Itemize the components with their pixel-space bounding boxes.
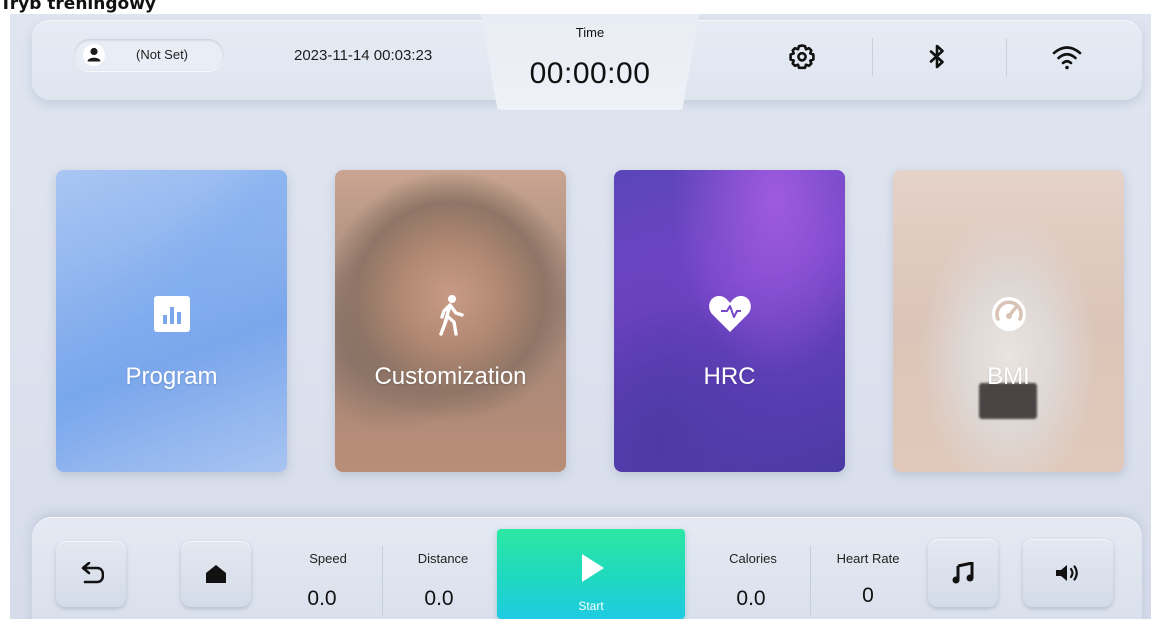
- start-button[interactable]: Start: [497, 529, 685, 619]
- home-icon: [206, 565, 226, 583]
- walking-person-icon: [335, 294, 566, 336]
- time-label: Time: [575, 25, 605, 40]
- calories-value: 0.0: [736, 587, 766, 610]
- heart-rate-label: Heart Rate: [836, 551, 900, 566]
- timer-panel: Time 00:00:00: [480, 14, 700, 110]
- treadmill-screen: (Not Set) 2023-11-14 00:03:23 Time 00:00…: [10, 14, 1151, 619]
- mode-card-program[interactable]: Program: [56, 170, 287, 472]
- distance-value: 0.0: [424, 587, 454, 610]
- top-divider: [1006, 38, 1007, 76]
- mode-card-customization[interactable]: Customization: [335, 170, 566, 472]
- mode-label: Customization: [374, 363, 527, 390]
- home-button[interactable]: [181, 541, 251, 607]
- mode-label: HRC: [703, 363, 756, 390]
- mode-card-bmi[interactable]: BMI: [893, 170, 1124, 472]
- back-arrow-icon: [81, 562, 104, 584]
- gauge-icon: [893, 294, 1124, 334]
- bar-chart-icon: [56, 294, 287, 334]
- start-label: Start: [578, 599, 604, 613]
- stat-divider: [810, 546, 811, 616]
- user-profile-button[interactable]: (Not Set): [74, 39, 224, 71]
- speed-value: 0.0: [307, 587, 337, 610]
- wifi-icon[interactable]: [1051, 42, 1082, 72]
- heart-icon: [614, 294, 845, 334]
- back-button[interactable]: [56, 541, 126, 607]
- user-avatar-icon: [83, 44, 105, 66]
- heart-rate-value: 0: [862, 584, 874, 607]
- mode-label: BMI: [987, 363, 1030, 390]
- volume-icon: [1056, 565, 1078, 581]
- stat-divider: [382, 546, 383, 616]
- mode-label: Program: [125, 363, 218, 390]
- calories-label: Calories: [729, 551, 777, 566]
- current-datetime: 2023-11-14 00:03:23: [294, 47, 433, 64]
- music-icon: [952, 562, 974, 584]
- distance-label: Distance: [417, 551, 469, 566]
- bluetooth-icon[interactable]: [922, 42, 952, 72]
- user-name: (Not Set): [136, 47, 189, 62]
- speed-label: Speed: [309, 551, 347, 566]
- volume-button[interactable]: [1023, 539, 1113, 607]
- document-heading: Tryb treningowy: [0, 0, 156, 14]
- music-button[interactable]: [928, 539, 998, 607]
- play-icon: [582, 554, 604, 582]
- settings-icon[interactable]: [787, 42, 817, 72]
- mode-card-hrc[interactable]: HRC: [614, 170, 845, 472]
- time-value: 00:00:00: [529, 57, 651, 90]
- top-divider: [872, 38, 873, 76]
